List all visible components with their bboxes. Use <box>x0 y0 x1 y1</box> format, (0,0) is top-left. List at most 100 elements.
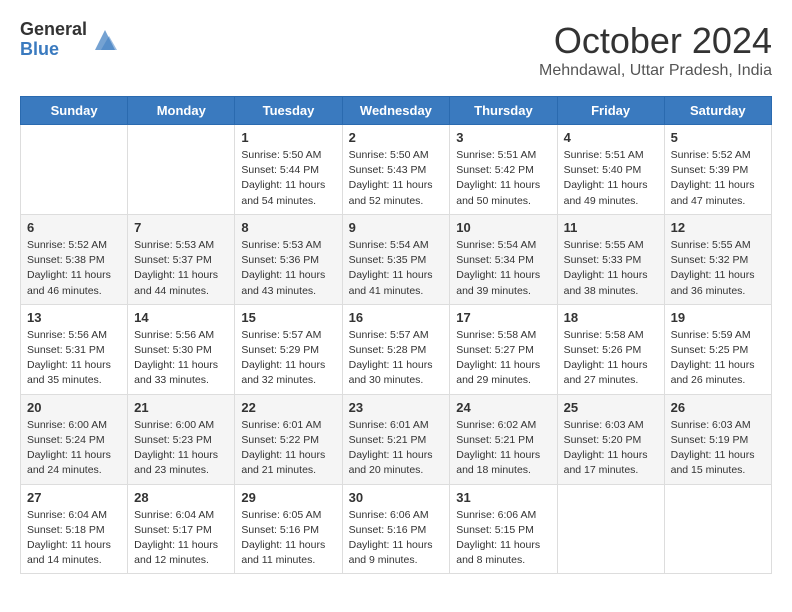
calendar-day-cell: 7 Sunrise: 5:53 AM Sunset: 5:37 PM Daylig… <box>128 214 235 304</box>
calendar-day-cell: 22Sunrise: 6:01 AM Sunset: 5:22 PM Dayli… <box>235 394 342 484</box>
calendar-day-cell: 27Sunrise: 6:04 AM Sunset: 5:18 PM Dayli… <box>21 484 128 574</box>
day-number: 30 <box>349 490 444 505</box>
calendar-table: SundayMondayTuesdayWednesdayThursdayFrid… <box>20 96 772 574</box>
calendar-week-row: 20 Sunrise: 6:00 AM Sunset: 5:24 PM Dayli… <box>21 394 772 484</box>
day-info: Sunrise: 6:06 AM Sunset: 5:16 PM Dayligh… <box>349 508 444 569</box>
day-number: 3 <box>456 130 550 145</box>
calendar-day-header: Thursday <box>450 97 557 125</box>
calendar-day-cell: 31 Sunrise: 6:06 AM Sunset: 5:15 PM Dayli… <box>450 484 557 574</box>
day-info: Sunrise: 5:57 AM Sunset: 5:29 PM Dayligh… <box>241 328 335 389</box>
calendar-day-cell: 4Sunrise: 5:51 AM Sunset: 5:40 PM Daylig… <box>557 125 664 215</box>
calendar-day-cell: 17Sunrise: 5:58 AM Sunset: 5:27 PM Dayli… <box>450 304 557 394</box>
day-info: Sunrise: 5:52 AM Sunset: 5:38 PM Dayligh… <box>27 238 121 299</box>
day-number: 31 <box>456 490 550 505</box>
day-number: 2 <box>349 130 444 145</box>
calendar-body: 1 Sunrise: 5:50 AM Sunset: 5:44 PM Daylig… <box>21 125 772 574</box>
day-number: 11 <box>564 220 658 235</box>
day-info: Sunrise: 6:06 AM Sunset: 5:15 PM Dayligh… <box>456 508 550 569</box>
day-info: Sunrise: 6:04 AM Sunset: 5:17 PM Dayligh… <box>134 508 228 569</box>
day-number: 15 <box>241 310 335 325</box>
calendar-day-header: Friday <box>557 97 664 125</box>
page-header: General Blue October 2024 Mehndawal, Utt… <box>20 20 772 80</box>
calendar-day-cell: 15 Sunrise: 5:57 AM Sunset: 5:29 PM Dayli… <box>235 304 342 394</box>
day-number: 13 <box>27 310 121 325</box>
day-info: Sunrise: 5:54 AM Sunset: 5:34 PM Dayligh… <box>456 238 550 299</box>
calendar-day-cell: 30 Sunrise: 6:06 AM Sunset: 5:16 PM Dayli… <box>342 484 450 574</box>
calendar-day-cell: 21Sunrise: 6:00 AM Sunset: 5:23 PM Dayli… <box>128 394 235 484</box>
calendar-day-cell: 11 Sunrise: 5:55 AM Sunset: 5:33 PM Dayli… <box>557 214 664 304</box>
day-number: 8 <box>241 220 335 235</box>
day-number: 25 <box>564 400 658 415</box>
calendar-day-cell: 6 Sunrise: 5:52 AM Sunset: 5:38 PM Daylig… <box>21 214 128 304</box>
calendar-day-header: Wednesday <box>342 97 450 125</box>
day-number: 4 <box>564 130 658 145</box>
calendar-day-cell: 23Sunrise: 6:01 AM Sunset: 5:21 PM Dayli… <box>342 394 450 484</box>
day-number: 1 <box>241 130 335 145</box>
day-number: 29 <box>241 490 335 505</box>
calendar-day-cell: 25Sunrise: 6:03 AM Sunset: 5:20 PM Dayli… <box>557 394 664 484</box>
calendar-week-row: 13 Sunrise: 5:56 AM Sunset: 5:31 PM Dayli… <box>21 304 772 394</box>
calendar-day-cell: 26Sunrise: 6:03 AM Sunset: 5:19 PM Dayli… <box>664 394 771 484</box>
calendar-day-cell: 28 Sunrise: 6:04 AM Sunset: 5:17 PM Dayli… <box>128 484 235 574</box>
day-number: 19 <box>671 310 765 325</box>
calendar-day-cell: 24 Sunrise: 6:02 AM Sunset: 5:21 PM Dayli… <box>450 394 557 484</box>
calendar-day-cell: 10Sunrise: 5:54 AM Sunset: 5:34 PM Dayli… <box>450 214 557 304</box>
calendar-day-cell: 19 Sunrise: 5:59 AM Sunset: 5:25 PM Dayli… <box>664 304 771 394</box>
day-info: Sunrise: 5:57 AM Sunset: 5:28 PM Dayligh… <box>349 328 444 389</box>
calendar-day-cell: 5 Sunrise: 5:52 AM Sunset: 5:39 PM Daylig… <box>664 125 771 215</box>
day-info: Sunrise: 5:55 AM Sunset: 5:33 PM Dayligh… <box>564 238 658 299</box>
calendar-day-cell: 8 Sunrise: 5:53 AM Sunset: 5:36 PM Daylig… <box>235 214 342 304</box>
day-info: Sunrise: 5:56 AM Sunset: 5:31 PM Dayligh… <box>27 328 121 389</box>
calendar-day-cell <box>128 125 235 215</box>
calendar-day-cell <box>21 125 128 215</box>
day-number: 22 <box>241 400 335 415</box>
day-info: Sunrise: 6:00 AM Sunset: 5:23 PM Dayligh… <box>134 418 228 479</box>
calendar-week-row: 1 Sunrise: 5:50 AM Sunset: 5:44 PM Daylig… <box>21 125 772 215</box>
day-number: 20 <box>27 400 121 415</box>
calendar-day-header: Sunday <box>21 97 128 125</box>
calendar-day-cell <box>557 484 664 574</box>
day-number: 28 <box>134 490 228 505</box>
day-number: 17 <box>456 310 550 325</box>
calendar-week-row: 6 Sunrise: 5:52 AM Sunset: 5:38 PM Daylig… <box>21 214 772 304</box>
day-number: 27 <box>27 490 121 505</box>
day-info: Sunrise: 6:03 AM Sunset: 5:19 PM Dayligh… <box>671 418 765 479</box>
calendar-day-header: Monday <box>128 97 235 125</box>
calendar-day-cell <box>664 484 771 574</box>
day-info: Sunrise: 5:55 AM Sunset: 5:32 PM Dayligh… <box>671 238 765 299</box>
day-number: 7 <box>134 220 228 235</box>
calendar-day-cell: 16 Sunrise: 5:57 AM Sunset: 5:28 PM Dayli… <box>342 304 450 394</box>
calendar-day-cell: 2Sunrise: 5:50 AM Sunset: 5:43 PM Daylig… <box>342 125 450 215</box>
calendar-day-header: Tuesday <box>235 97 342 125</box>
day-info: Sunrise: 5:52 AM Sunset: 5:39 PM Dayligh… <box>671 148 765 209</box>
day-info: Sunrise: 5:59 AM Sunset: 5:25 PM Dayligh… <box>671 328 765 389</box>
calendar-day-cell: 1 Sunrise: 5:50 AM Sunset: 5:44 PM Daylig… <box>235 125 342 215</box>
day-info: Sunrise: 6:02 AM Sunset: 5:21 PM Dayligh… <box>456 418 550 479</box>
day-info: Sunrise: 5:56 AM Sunset: 5:30 PM Dayligh… <box>134 328 228 389</box>
calendar-day-cell: 13 Sunrise: 5:56 AM Sunset: 5:31 PM Dayli… <box>21 304 128 394</box>
day-info: Sunrise: 5:51 AM Sunset: 5:42 PM Dayligh… <box>456 148 550 209</box>
logo: General Blue <box>20 20 119 60</box>
day-number: 24 <box>456 400 550 415</box>
day-info: Sunrise: 6:01 AM Sunset: 5:21 PM Dayligh… <box>349 418 444 479</box>
calendar-day-cell: 29 Sunrise: 6:05 AM Sunset: 5:16 PM Dayli… <box>235 484 342 574</box>
calendar-day-cell: 18Sunrise: 5:58 AM Sunset: 5:26 PM Dayli… <box>557 304 664 394</box>
calendar-day-cell: 20 Sunrise: 6:00 AM Sunset: 5:24 PM Dayli… <box>21 394 128 484</box>
location-title: Mehndawal, Uttar Pradesh, India <box>539 62 772 80</box>
logo-blue-text: Blue <box>20 40 87 60</box>
calendar-day-cell: 3 Sunrise: 5:51 AM Sunset: 5:42 PM Daylig… <box>450 125 557 215</box>
day-info: Sunrise: 5:53 AM Sunset: 5:36 PM Dayligh… <box>241 238 335 299</box>
day-number: 16 <box>349 310 444 325</box>
day-info: Sunrise: 6:00 AM Sunset: 5:24 PM Dayligh… <box>27 418 121 479</box>
day-info: Sunrise: 6:05 AM Sunset: 5:16 PM Dayligh… <box>241 508 335 569</box>
calendar-day-header: Saturday <box>664 97 771 125</box>
day-info: Sunrise: 5:50 AM Sunset: 5:44 PM Dayligh… <box>241 148 335 209</box>
day-info: Sunrise: 5:54 AM Sunset: 5:35 PM Dayligh… <box>349 238 444 299</box>
logo-icon <box>91 26 119 54</box>
calendar-header-row: SundayMondayTuesdayWednesdayThursdayFrid… <box>21 97 772 125</box>
day-number: 6 <box>27 220 121 235</box>
day-info: Sunrise: 5:53 AM Sunset: 5:37 PM Dayligh… <box>134 238 228 299</box>
day-number: 5 <box>671 130 765 145</box>
day-number: 9 <box>349 220 444 235</box>
calendar-day-cell: 9 Sunrise: 5:54 AM Sunset: 5:35 PM Daylig… <box>342 214 450 304</box>
